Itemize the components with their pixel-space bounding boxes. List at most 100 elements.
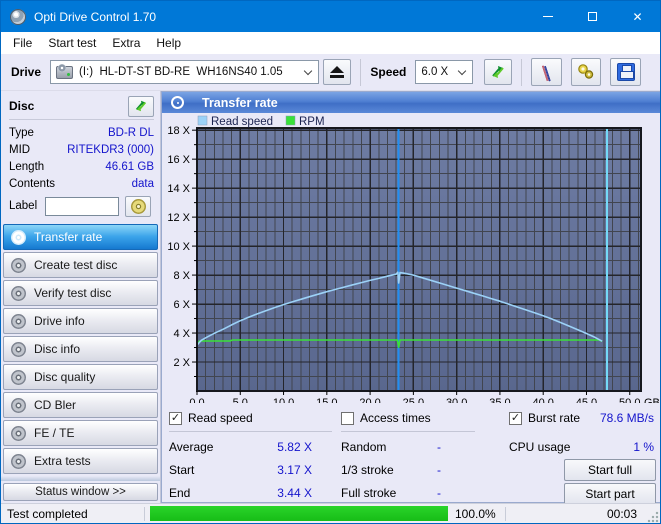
refresh-disc-button[interactable] [128, 96, 154, 117]
cpu-usage-value: 1 % [633, 440, 654, 454]
svg-text:6 X: 6 X [173, 299, 190, 311]
drive-icon [56, 66, 73, 79]
speed-label: Speed [370, 65, 406, 79]
cd-icon [11, 454, 26, 469]
menu-item-help[interactable]: Help [148, 33, 189, 53]
sidebar-item-verify-test-disc[interactable]: Verify test disc [3, 280, 158, 306]
sidebar-item-fe-te[interactable]: FE / TE [3, 420, 158, 446]
sidebar-item-transfer-rate[interactable]: Transfer rate [3, 224, 158, 250]
third-stroke-label: 1/3 stroke [341, 463, 394, 477]
divider [169, 431, 332, 432]
erase-disc-button[interactable] [531, 58, 562, 86]
speed-select[interactable]: 6.0 X [415, 60, 473, 84]
content: Disc Type BD-R DL [1, 91, 660, 503]
full-stroke-row: Full stroke - [341, 481, 501, 504]
statusbar-separator [505, 507, 506, 521]
resize-grip[interactable] [647, 511, 659, 523]
cd-icon [11, 314, 26, 329]
toolbar: Drive (I:) HL-DT-ST BD-RE WH16NS40 1.05 … [1, 54, 660, 91]
status-window-button[interactable]: Status window >> [3, 483, 158, 501]
svg-text:14 X: 14 X [167, 183, 190, 195]
floppy-disk-icon [617, 63, 635, 81]
cpu-usage-row: CPU usage 1 % [509, 435, 656, 458]
toolbar-separator [521, 59, 522, 86]
sidebar-item-label: Disc quality [34, 370, 95, 384]
svg-text:18 X: 18 X [167, 125, 190, 137]
maximize-button[interactable] [570, 1, 615, 32]
sidebar-item-cd-bler[interactable]: CD Bler [3, 392, 158, 418]
drive-value: (I:) HL-DT-ST BD-RE WH16NS40 1.05 [79, 66, 283, 78]
status-message: Test completed [1, 507, 144, 521]
window-controls: ✕ [525, 1, 660, 32]
chart-panel: Transfer rate 2 X4 X6 X8 X10 X12 X14 X16… [161, 91, 660, 503]
sidebar-item-disc-quality[interactable]: Disc quality [3, 364, 158, 390]
eject-button[interactable] [323, 59, 351, 85]
start-value: 3.17 X [277, 463, 312, 477]
disc-contents-label: Contents [9, 178, 55, 190]
keys-icon [577, 63, 595, 81]
disc-label-input[interactable] [45, 197, 119, 216]
minimize-icon [543, 16, 553, 17]
menubar: File Start test Extra Help [1, 32, 660, 54]
sidebar-item-label: Verify test disc [34, 286, 111, 300]
sidebar-item-label: Extra tests [34, 454, 91, 468]
save-button[interactable] [610, 58, 641, 86]
transfer-rate-chart: 2 X4 X6 X8 X10 X12 X14 X16 X18 X0.05.010… [162, 113, 659, 403]
refresh-speed-button[interactable] [484, 59, 512, 85]
sidebar: Transfer rate Create test disc Verify te… [3, 224, 158, 476]
svg-text:Read speed: Read speed [211, 116, 273, 128]
burst-rate-column: ✓ Burst rate 78.6 MB/s CPU usage 1 % Sta… [509, 405, 656, 506]
minimize-button[interactable] [525, 1, 570, 32]
chevron-down-icon [458, 66, 466, 74]
disc-label-row: Label [9, 195, 154, 217]
progress-fill [150, 506, 448, 521]
menu-item-file[interactable]: File [5, 33, 40, 53]
burst-rate-value: 78.6 MB/s [600, 411, 656, 425]
titlebar[interactable]: Opti Drive Control 1.70 ✕ [1, 1, 660, 32]
sidebar-item-drive-info[interactable]: Drive info [3, 308, 158, 334]
elapsed-time: 00:03 [607, 507, 647, 521]
svg-text:4 X: 4 X [173, 328, 190, 340]
disc-mid-value: RITEKDR3 (000) [67, 144, 154, 156]
full-stroke-label: Full stroke [341, 486, 396, 500]
drive-select[interactable]: (I:) HL-DT-ST BD-RE WH16NS40 1.05 [50, 60, 319, 84]
eject-icon [330, 66, 344, 78]
divider [341, 431, 475, 432]
disc-contents-value[interactable]: data [132, 178, 154, 190]
disc-type-label: Type [9, 127, 34, 139]
close-icon: ✕ [632, 10, 642, 24]
random-value: - [437, 440, 441, 454]
settings-keys-button[interactable] [571, 58, 602, 86]
disc-panel-title: Disc [9, 99, 34, 113]
chevron-down-icon [304, 66, 312, 74]
burst-rate-checkbox-label: Burst rate [528, 411, 580, 425]
speed-value: 6.0 X [421, 66, 448, 78]
read-speed-checkbox[interactable]: ✓ [169, 412, 182, 425]
start-full-button[interactable]: Start full [564, 459, 656, 481]
menu-item-extra[interactable]: Extra [104, 33, 148, 53]
sidebar-item-extra-tests[interactable]: Extra tests [3, 448, 158, 474]
cd-icon [11, 426, 26, 441]
end-row: End 3.44 X [169, 481, 332, 504]
start-part-button[interactable]: Start part [564, 483, 656, 505]
access-times-checkbox[interactable] [341, 412, 354, 425]
cd-icon [11, 342, 26, 357]
full-stroke-value: - [437, 486, 441, 500]
sidebar-item-disc-info[interactable]: Disc info [3, 336, 158, 362]
disc-length-label: Length [9, 161, 44, 173]
random-label: Random [341, 440, 386, 454]
svg-text:10 X: 10 X [167, 241, 190, 253]
close-button[interactable]: ✕ [615, 1, 660, 32]
sidebar-item-create-test-disc[interactable]: Create test disc [3, 252, 158, 278]
burst-rate-checkbox[interactable]: ✓ [509, 412, 522, 425]
divider [9, 119, 154, 120]
read-speed-checkbox-label: Read speed [188, 411, 253, 425]
refresh-arrows-icon [490, 64, 506, 80]
random-row: Random - [341, 435, 501, 458]
menu-item-start-test[interactable]: Start test [40, 33, 104, 53]
chart-header: Transfer rate [162, 92, 660, 113]
disc-label-button[interactable] [125, 196, 151, 217]
end-value: 3.44 X [277, 486, 312, 500]
start-row: Start 3.17 X [169, 458, 332, 481]
svg-text:12 X: 12 X [167, 212, 190, 224]
